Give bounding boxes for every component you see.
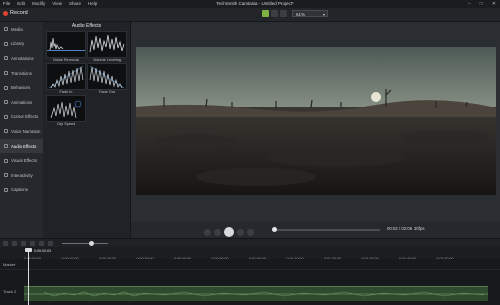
- split-icon[interactable]: [48, 241, 53, 246]
- tools-sidebar: Media Library Annotations Transitions Behavi…: [0, 22, 43, 238]
- next-frame-icon[interactable]: [247, 228, 254, 236]
- menu-share[interactable]: Share: [69, 0, 81, 8]
- sidebar-item-annotations[interactable]: Annotations: [0, 51, 43, 66]
- fps-label: 30fps: [414, 226, 425, 231]
- rewind-icon[interactable]: [214, 228, 221, 236]
- effect-label: Volume Leveling: [93, 58, 121, 62]
- sidebar-item-transitions[interactable]: Transitions: [0, 66, 43, 81]
- scrubber-track[interactable]: [272, 229, 380, 231]
- sidebar-item-label: Visual Effects: [11, 158, 37, 164]
- record-button[interactable]: Record: [3, 10, 28, 16]
- media-icon: [4, 27, 8, 32]
- window-controls: − □ ✕: [468, 0, 496, 8]
- playback-controls: [204, 227, 254, 237]
- redo-icon[interactable]: [12, 241, 17, 246]
- menu-file[interactable]: File: [3, 0, 10, 8]
- effect-label: Clip Speed: [56, 122, 76, 126]
- cut-icon[interactable]: [21, 241, 26, 246]
- sidebar-item-label: Interactivity: [11, 172, 33, 178]
- prev-frame-icon[interactable]: [237, 228, 244, 236]
- sidebar-item-behaviors[interactable]: Behaviors: [0, 80, 43, 95]
- sidebar-item-label: Behaviors: [11, 85, 31, 91]
- sidebar-item-media[interactable]: Media: [0, 22, 43, 37]
- crop-tool-icon[interactable]: [280, 10, 287, 17]
- sidebar-item-label: Animations: [11, 99, 33, 105]
- track-2-label: Track 2: [3, 289, 17, 294]
- captions-icon: [4, 187, 8, 192]
- effect-clip-speed[interactable]: Clip Speed: [46, 95, 86, 126]
- scrubber-handle[interactable]: [272, 227, 277, 232]
- interactivity-icon: [4, 173, 8, 178]
- step-back-icon[interactable]: [204, 228, 211, 236]
- undo-icon[interactable]: [3, 241, 8, 246]
- cursor-icon: [4, 114, 8, 119]
- sidebar-item-label: Captions: [11, 187, 28, 193]
- sidebar-item-audio-effects[interactable]: Audio Effects: [0, 138, 43, 154]
- effect-volume-leveling[interactable]: Volume Leveling: [87, 31, 127, 62]
- minimize-icon[interactable]: −: [468, 0, 471, 8]
- marker-track[interactable]: Marker: [0, 261, 500, 270]
- sidebar-item-captions[interactable]: Captions: [0, 183, 43, 198]
- audio-icon: [4, 144, 8, 149]
- effect-noise-removal[interactable]: Noise Removal: [46, 31, 86, 62]
- window-title: TechSmith Camtasia - Untitled Project*: [216, 1, 294, 6]
- menu-help[interactable]: Help: [88, 0, 97, 8]
- copy-icon[interactable]: [30, 241, 35, 246]
- effect-label: Fade In: [59, 90, 73, 94]
- microphone-icon: [4, 129, 8, 134]
- annotations-icon: [4, 56, 8, 61]
- menu-edit[interactable]: Edit: [17, 0, 25, 8]
- sidebar-item-label: Transitions: [11, 70, 32, 76]
- menu-modify[interactable]: Modify: [32, 0, 45, 8]
- behaviors-icon: [4, 85, 8, 90]
- transitions-icon: [4, 71, 8, 76]
- timecode: 00:02 / 02:06: [387, 226, 413, 231]
- playhead-line[interactable]: [28, 248, 29, 305]
- sidebar-item-interactivity[interactable]: Interactivity: [0, 168, 43, 183]
- pan-tool-icon[interactable]: [271, 10, 278, 17]
- visual-effects-icon: [4, 158, 8, 163]
- paste-icon[interactable]: [39, 241, 44, 246]
- sidebar-item-cursor-effects[interactable]: Cursor Effects: [0, 110, 43, 125]
- zoom-value: 61%: [296, 12, 306, 17]
- library-icon: [4, 41, 8, 46]
- play-button[interactable]: [224, 227, 234, 237]
- effect-label: Noise Removal: [53, 58, 79, 62]
- sidebar-item-voice-narration[interactable]: Voice Narration: [0, 124, 43, 139]
- video-preview[interactable]: [136, 47, 496, 195]
- maximize-icon[interactable]: □: [480, 0, 483, 8]
- sidebar-item-label: Media: [11, 26, 23, 32]
- sidebar-item-animations[interactable]: Animations: [0, 95, 43, 110]
- sidebar-item-label: Library: [11, 41, 25, 47]
- timeline-zoom-slider[interactable]: [62, 243, 108, 244]
- toolbar: [0, 8, 500, 22]
- sidebar-item-label: Annotations: [11, 55, 34, 61]
- sidebar-item-label: Audio Effects: [11, 143, 37, 149]
- effect-fade-in[interactable]: Fade In: [46, 63, 86, 94]
- panel-title: Audio Effects: [71, 23, 102, 29]
- sidebar-item-visual-effects[interactable]: Visual Effects: [0, 153, 43, 168]
- canvas-tools: [262, 10, 287, 17]
- pointer-tool-icon[interactable]: [262, 10, 269, 17]
- playhead-handle[interactable]: [25, 248, 32, 252]
- chevron-down-icon: ▾: [322, 12, 325, 17]
- animations-icon: [4, 100, 8, 105]
- sidebar-item-library[interactable]: Library: [0, 37, 43, 52]
- record-icon: [3, 10, 8, 16]
- track-2-clip[interactable]: [24, 286, 488, 301]
- marker-label: Marker: [3, 262, 16, 267]
- timeline-zoom-handle[interactable]: [89, 241, 94, 246]
- zoom-select[interactable]: 61% ▾: [292, 10, 328, 17]
- playhead-time: 0:00:02;03: [34, 249, 51, 253]
- record-label: Record: [10, 10, 28, 16]
- sidebar-item-label: Voice Narration: [11, 128, 41, 134]
- menu-view[interactable]: View: [52, 0, 62, 8]
- close-icon[interactable]: ✕: [492, 0, 496, 8]
- sidebar-item-label: Cursor Effects: [11, 114, 39, 120]
- effect-fade-out[interactable]: Fade Out: [87, 63, 127, 94]
- effect-label: Fade Out: [99, 90, 115, 94]
